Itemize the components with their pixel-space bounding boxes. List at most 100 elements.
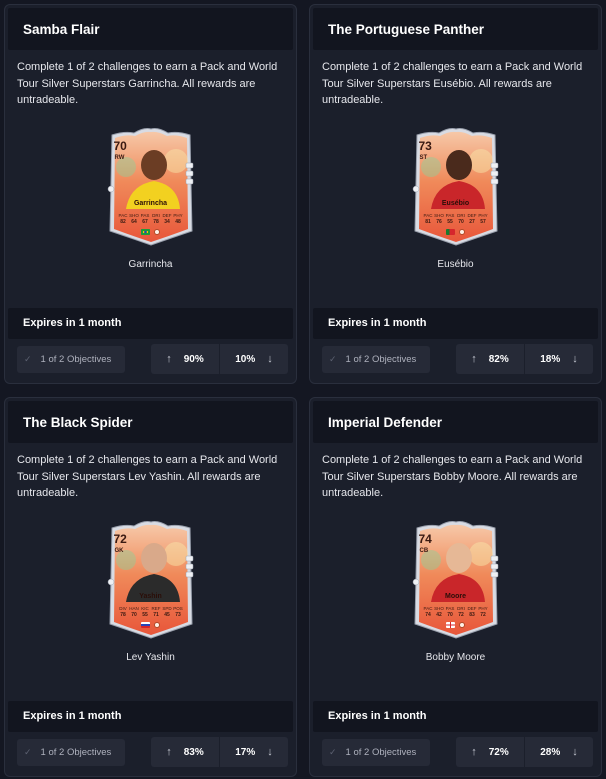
stat-value: 55	[142, 612, 148, 619]
player-stats: PAC SHO PAS DRI DEF PHY 81 76 55 70 27 57	[423, 213, 489, 225]
stat-value: 34	[164, 219, 170, 226]
player-card[interactable]: 70 RW Garrincha PAC SHO PAS DRI DEF PHY 82 64 67…	[104, 127, 198, 247]
player-card-name: Moore	[445, 593, 466, 601]
objectives-label: 1 of 2 Objectives	[40, 746, 112, 758]
player-position: GK	[114, 548, 124, 555]
player-rating: 72	[113, 532, 127, 547]
objectives-chip[interactable]: ✓ 1 of 2 Objectives	[322, 345, 430, 373]
stat-value: 72	[480, 612, 486, 619]
sbc-card[interactable]: Samba Flair Complete 1 of 2 challenges t…	[4, 4, 297, 384]
stat-value: 78	[120, 612, 126, 619]
player-position: RW	[114, 155, 125, 162]
sbc-title: The Portuguese Panther	[313, 8, 598, 51]
objectives-label: 1 of 2 Objectives	[345, 353, 417, 365]
objectives-chip[interactable]: ✓ 1 of 2 Objectives	[17, 738, 125, 766]
player-position: ST	[419, 155, 428, 162]
player-name: Eusébio	[437, 259, 474, 271]
stat-value: 73	[175, 612, 181, 619]
stat-value: 57	[480, 219, 486, 226]
objectives-chip[interactable]: ✓ 1 of 2 Objectives	[322, 738, 430, 766]
sbc-card[interactable]: Imperial Defender Complete 1 of 2 challe…	[309, 397, 602, 777]
stat-value: 70	[131, 612, 137, 619]
player-card[interactable]: 72 GK Yashin DIV HAN KIC REF SPD POS 78 70 55 71 4…	[104, 520, 198, 640]
vote-up-percent: 72%	[488, 746, 509, 758]
stat-value: 83	[469, 612, 475, 619]
player-card[interactable]: 73 ST Eusébio PAC SHO PAS DRI DEF PHY 81 76 55 70…	[409, 127, 503, 247]
vote-down-button[interactable]: 10% ↓	[219, 344, 288, 375]
check-icon: ✓	[329, 353, 337, 364]
player-position: CB	[419, 548, 429, 555]
vote-up-button[interactable]: ↑ 72%	[456, 737, 524, 767]
vote-up-percent: 90%	[183, 353, 204, 365]
vote-down-percent: 28%	[540, 746, 561, 758]
player-card-name: Garrincha	[133, 200, 168, 208]
check-icon: ✓	[24, 746, 32, 757]
sbc-description: Complete 1 of 2 challenges to earn a Pac…	[17, 61, 278, 107]
sbc-card[interactable]: The Portuguese Panther Complete 1 of 2 c…	[309, 4, 602, 384]
vote-down-percent: 10%	[235, 353, 256, 365]
player-flags	[409, 229, 503, 236]
stat-value: 70	[447, 612, 453, 619]
vote-up-button[interactable]: ↑ 83%	[151, 737, 219, 767]
nation-flag-icon	[141, 229, 150, 236]
arrow-up-icon: ↑	[471, 746, 477, 759]
expiry-label: Expires in 1 month	[8, 701, 293, 732]
arrow-down-icon: ↓	[572, 746, 578, 759]
stat-value: 55	[447, 219, 453, 226]
stat-value: 45	[164, 612, 170, 619]
player-stats: PAC SHO PAS DRI DEF PHY 74 42 70 72 83 72	[423, 606, 489, 618]
stat-value: 42	[436, 612, 442, 619]
objectives-chip[interactable]: ✓ 1 of 2 Objectives	[17, 345, 125, 373]
stat-value: 72	[458, 612, 464, 619]
vote-down-button[interactable]: 17% ↓	[219, 737, 288, 768]
stat-value: 81	[425, 219, 431, 226]
player-card-name: Yashin	[139, 593, 162, 601]
vote-up-button[interactable]: ↑ 90%	[151, 344, 219, 374]
vote-down-percent: 18%	[540, 353, 561, 365]
nation-flag-icon	[446, 229, 455, 236]
player-reward: 74 CB Moore PAC SHO PAS DRI DEF PHY 74 42 70 72 83…	[313, 504, 598, 699]
stat-value: 48	[175, 219, 181, 226]
sbc-footer: ✓ 1 of 2 Objectives ↑ 82% 18% ↓	[313, 339, 598, 380]
sbc-footer: ✓ 1 of 2 Objectives ↑ 90% 10% ↓	[8, 339, 293, 380]
sbc-title: Imperial Defender	[313, 401, 598, 444]
vote-down-button[interactable]: 18% ↓	[524, 344, 593, 375]
player-card[interactable]: 74 CB Moore PAC SHO PAS DRI DEF PHY 74 42 70 72 83…	[409, 520, 503, 640]
club-badge-icon	[459, 622, 465, 629]
nation-flag-icon	[446, 622, 455, 629]
player-rating: 74	[418, 532, 432, 547]
stat-value: 67	[142, 219, 148, 226]
player-reward: 72 GK Yashin DIV HAN KIC REF SPD POS 78 70 55 71 4…	[8, 504, 293, 699]
arrow-up-icon: ↑	[166, 746, 172, 759]
club-badge-icon	[154, 229, 160, 236]
player-stats: DIV HAN KIC REF SPD POS 78 70 55 71 45 73	[118, 606, 184, 618]
vote-group: ↑ 72% 28% ↓	[456, 737, 593, 768]
stat-value: 78	[153, 219, 159, 226]
player-name: Bobby Moore	[425, 652, 486, 664]
sbc-grid: Samba Flair Complete 1 of 2 challenges t…	[4, 4, 602, 777]
club-badge-icon	[154, 622, 160, 629]
stat-value: 76	[436, 219, 442, 226]
sbc-footer: ✓ 1 of 2 Objectives ↑ 72% 28% ↓	[313, 732, 598, 773]
vote-group: ↑ 90% 10% ↓	[151, 344, 288, 375]
stat-value: 71	[153, 612, 159, 619]
stat-value: 74	[425, 612, 431, 619]
sbc-title: The Black Spider	[8, 401, 293, 444]
sbc-footer: ✓ 1 of 2 Objectives ↑ 83% 17% ↓	[8, 732, 293, 773]
player-flags	[104, 229, 198, 236]
vote-group: ↑ 83% 17% ↓	[151, 737, 288, 768]
player-flags	[104, 622, 198, 629]
player-flags	[409, 622, 503, 629]
player-card-name: Eusébio	[441, 200, 470, 208]
vote-group: ↑ 82% 18% ↓	[456, 344, 593, 375]
sbc-title: Samba Flair	[8, 8, 293, 51]
sbc-description: Complete 1 of 2 challenges to earn a Pac…	[322, 61, 583, 107]
vote-up-button[interactable]: ↑ 82%	[456, 344, 524, 374]
vote-up-percent: 83%	[183, 746, 204, 758]
player-rating: 73	[418, 139, 432, 154]
sbc-card[interactable]: The Black Spider Complete 1 of 2 challen…	[4, 397, 297, 777]
stat-value: 70	[458, 219, 464, 226]
vote-down-button[interactable]: 28% ↓	[524, 737, 593, 768]
arrow-down-icon: ↓	[572, 353, 578, 366]
player-stats: PAC SHO PAS DRI DEF PHY 82 64 67 78 34 48	[118, 213, 184, 225]
